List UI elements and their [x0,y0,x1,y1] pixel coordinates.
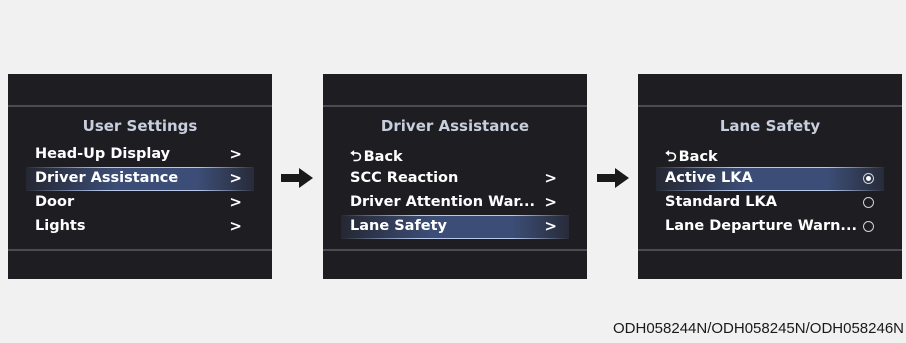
screen-title: Driver Assistance [380,117,530,135]
menu-item-label: Lights [35,218,86,234]
menu-item-label: Driver Attention War... [350,194,535,210]
driver-assistance-screen: Driver Assistance ⮌ Back SCC Reaction > D… [323,74,587,279]
chevron-right-icon: > [229,145,242,163]
back-arrow-icon: ⮌ [350,149,362,165]
option-lane-departure-warning[interactable]: Lane Departure Warn... [656,215,884,239]
menu-item-head-up-display[interactable]: Head-Up Display > [26,143,254,167]
radio-checked-icon[interactable] [863,173,874,184]
option-label: Standard LKA [665,194,777,210]
menu-item-lane-safety[interactable]: Lane Safety > [341,215,569,239]
menu-item-lights[interactable]: Lights > [26,215,254,239]
divider-top [638,105,902,107]
right-arrow-icon [281,168,313,188]
lane-safety-screen: Lane Safety ⮌ Back Active LKA Standard LK… [638,74,902,279]
option-active-lka[interactable]: Active LKA [656,167,884,191]
radio-unchecked-icon[interactable] [863,197,874,208]
option-label: Lane Departure Warn... [665,218,857,234]
back-label: Back [363,149,403,165]
menu-item-driver-attention-warning[interactable]: Driver Attention War... > [341,191,569,215]
option-standard-lka[interactable]: Standard LKA [656,191,884,215]
chevron-right-icon: > [544,193,557,211]
menu-item-driver-assistance[interactable]: Driver Assistance > [26,167,254,191]
chevron-right-icon: > [229,217,242,235]
right-arrow-icon [597,168,629,188]
chevron-right-icon: > [229,193,242,211]
divider-bottom [638,249,902,251]
option-label: Active LKA [665,170,753,186]
chevron-right-icon: > [544,217,557,235]
menu-item-door[interactable]: Door > [26,191,254,215]
divider-bottom [8,249,272,251]
back-label: Back [678,149,718,165]
screen-title: User Settings [82,117,198,135]
chevron-right-icon: > [544,169,557,187]
back-button[interactable]: ⮌ Back [341,143,569,167]
user-settings-screen: User Settings Head-Up Display > Driver A… [8,74,272,279]
menu-item-label: SCC Reaction [350,170,459,186]
radio-unchecked-icon[interactable] [863,221,874,232]
menu-item-label: Driver Assistance [35,170,179,186]
chevron-right-icon: > [229,169,242,187]
menu-item-label: Door [35,194,75,210]
divider-top [323,105,587,107]
divider-bottom [323,249,587,251]
back-arrow-icon: ⮌ [665,149,677,165]
screen-title: Lane Safety [719,117,821,135]
figure-caption: ODH058244N/ODH058245N/ODH058246N [613,320,904,337]
menu-item-label: Lane Safety [350,218,447,234]
back-button[interactable]: ⮌ Back [656,143,884,167]
menu-item-scc-reaction[interactable]: SCC Reaction > [341,167,569,191]
divider-top [8,105,272,107]
menu-item-label: Head-Up Display [35,146,171,162]
